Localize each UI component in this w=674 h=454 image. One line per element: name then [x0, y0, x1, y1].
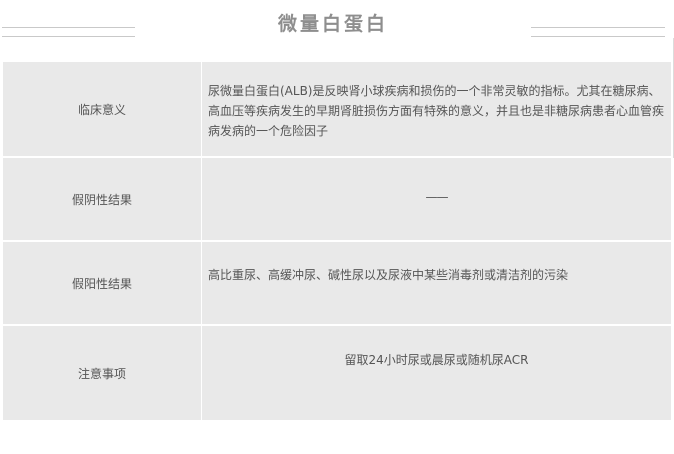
info-table: 临床意义 尿微量白蛋白(ALB)是反映肾小球疾病和损伤的一个非常灵敏的指标。尤其… — [3, 62, 671, 422]
row-label: 临床意义 — [3, 62, 202, 156]
table-row-clinical-significance: 临床意义 尿微量白蛋白(ALB)是反映肾小球疾病和损伤的一个非常灵敏的指标。尤其… — [3, 62, 671, 158]
row-value: 高比重尿、高缓冲尿、碱性尿以及尿液中某些消毒剂或清洁剂的污染 — [208, 268, 569, 282]
decorative-rule-right-bottom — [531, 36, 665, 37]
table-row-false-negative: 假阴性结果 —— — [3, 158, 671, 242]
row-label: 假阳性结果 — [3, 242, 202, 324]
table-row-false-positive: 假阳性结果 高比重尿、高缓冲尿、碱性尿以及尿液中某些消毒剂或清洁剂的污染 — [3, 242, 671, 326]
decorative-rule-left-top — [2, 27, 135, 28]
page-title: 微量白蛋白 — [277, 13, 388, 35]
row-label: 注意事项 — [3, 326, 202, 420]
row-value: 留取24小时尿或晨尿或随机尿ACR — [344, 353, 529, 367]
decorative-rule-left-bottom — [2, 36, 135, 37]
row-value: —— — [425, 190, 449, 204]
table-row-notes: 注意事项 留取24小时尿或晨尿或随机尿ACR — [3, 326, 671, 422]
row-value: 尿微量白蛋白(ALB)是反映肾小球疾病和损伤的一个非常灵敏的指标。尤其在糖尿病、… — [208, 84, 665, 138]
section-header: 微量白蛋白 — [0, 0, 674, 52]
row-label: 假阴性结果 — [3, 158, 202, 240]
decorative-rule-right-top — [531, 27, 665, 28]
